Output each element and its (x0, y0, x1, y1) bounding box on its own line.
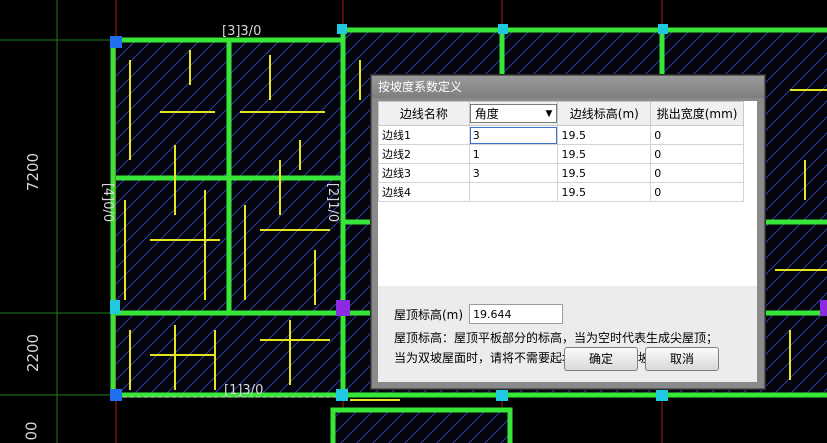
column-header-angle[interactable]: 角度 ▼ (468, 101, 559, 126)
cancel-button[interactable]: 取消 (645, 347, 719, 371)
elevation-cell[interactable]: 19.5 (557, 125, 652, 145)
ok-button[interactable]: 确定 (564, 347, 638, 371)
dimension-2200: 2200 (24, 333, 43, 373)
table-row[interactable]: 边线2 1 19.5 0 (378, 144, 744, 164)
edge-name-cell[interactable]: 边线2 (378, 144, 470, 164)
width-cell[interactable]: 0 (650, 182, 744, 202)
roof-elevation-input[interactable] (469, 304, 564, 324)
axis-label-top: [3]3/0 (222, 24, 262, 39)
table-row[interactable]: 边线4 19.5 0 (378, 182, 744, 202)
angle-type-label: 角度 (474, 107, 499, 121)
slope-coefficient-dialog: 按坡度系数定义 边线名称 角度 ▼ 边线标高(m) 挑出宽度(mm) 边线1 3… (371, 75, 765, 389)
angle-type-select[interactable]: 角度 ▼ (469, 104, 558, 123)
column-header-edge-elevation[interactable]: 边线标高(m) (557, 101, 652, 126)
edge-name-cell[interactable]: 边线4 (378, 182, 470, 202)
column-header-edge-name[interactable]: 边线名称 (378, 101, 470, 126)
elevation-cell[interactable]: 19.5 (557, 163, 652, 183)
dialog-body: 边线名称 角度 ▼ 边线标高(m) 挑出宽度(mm) 边线1 3 19.5 0 … (378, 101, 757, 382)
width-cell[interactable]: 0 (650, 163, 744, 183)
angle-cell[interactable] (468, 182, 559, 202)
edge-name-cell[interactable]: 边线1 (378, 125, 470, 145)
roof-elevation-row: 屋顶标高(m) (394, 304, 564, 324)
angle-cell[interactable]: 1 (468, 144, 559, 164)
dimension-7200: 7200 (24, 152, 43, 192)
angle-cell[interactable]: 3 (468, 125, 559, 145)
width-cell[interactable]: 0 (650, 125, 744, 145)
angle-cell[interactable]: 3 (468, 163, 559, 183)
chevron-down-icon: ▼ (545, 108, 553, 119)
column-header-overhang-width[interactable]: 挑出宽度(mm) (650, 101, 744, 126)
elevation-cell[interactable]: 19.5 (557, 144, 652, 164)
table-row[interactable]: 边线1 3 19.5 0 (378, 125, 744, 145)
edge-table: 边线名称 角度 ▼ 边线标高(m) 挑出宽度(mm) 边线1 3 19.5 0 … (378, 101, 757, 286)
axis-label-left: [4]0/0 (100, 182, 116, 223)
roof-elevation-label: 屋顶标高(m) (394, 307, 464, 322)
edge-name-cell[interactable]: 边线3 (378, 163, 470, 183)
axis-label-mid: [2]1/0 (325, 182, 341, 223)
dimension-partial: 00 (22, 421, 41, 441)
hint-text-1: 屋顶标高：屋顶平板部分的标高，当为空时代表生成尖屋顶； (394, 331, 719, 345)
elevation-cell[interactable]: 19.5 (557, 182, 652, 202)
width-cell[interactable]: 0 (650, 144, 744, 164)
table-row[interactable]: 边线3 3 19.5 0 (378, 163, 744, 183)
axis-label-bottom: [1]3/0 (224, 383, 264, 398)
dialog-title[interactable]: 按坡度系数定义 (372, 76, 764, 98)
